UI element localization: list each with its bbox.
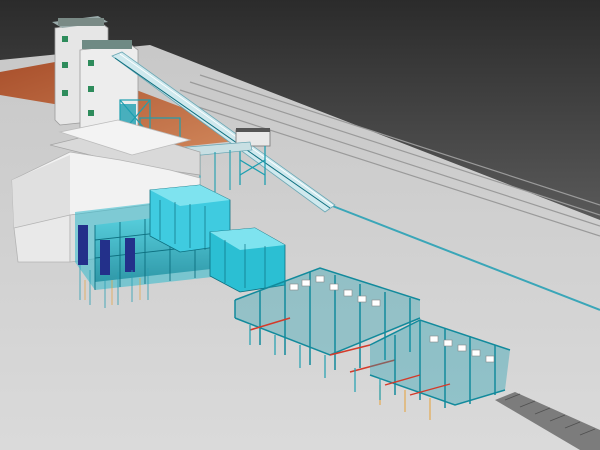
plant-3d-model (0, 0, 600, 450)
plant-render-scene (0, 0, 600, 450)
